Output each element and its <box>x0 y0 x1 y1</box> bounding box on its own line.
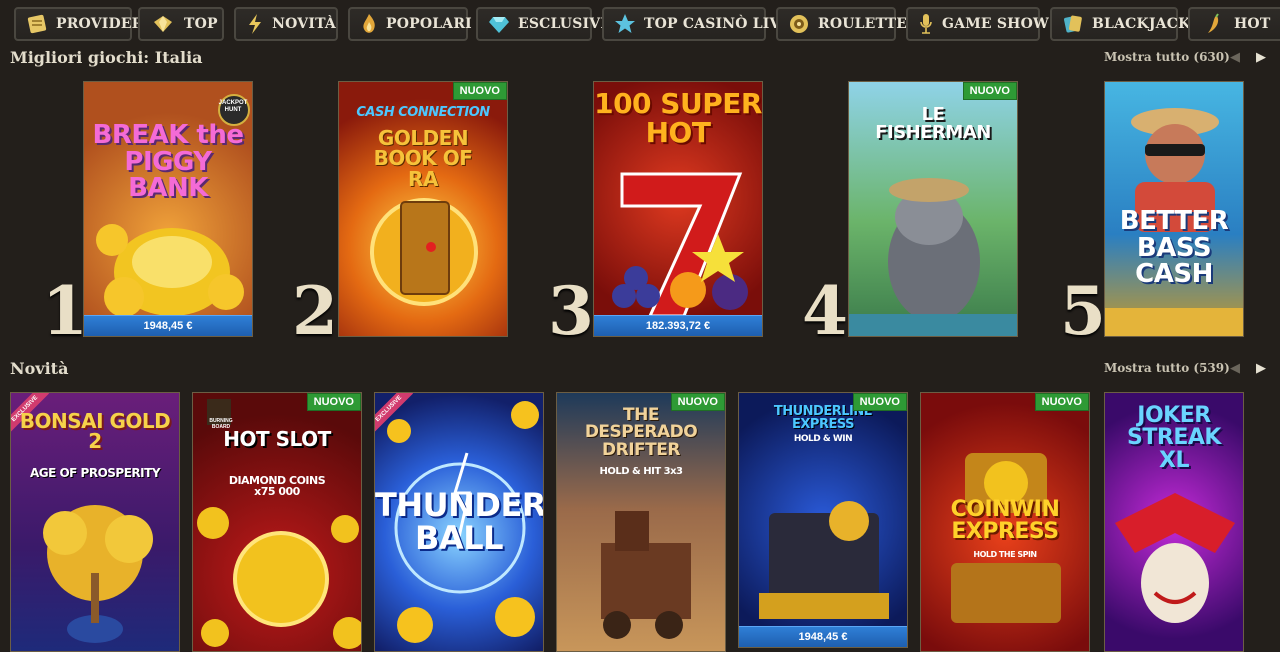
game-title: GOLDEN BOOK OF RA <box>373 126 473 191</box>
jackpot-amount: 1948,45 € <box>84 315 252 336</box>
game-title: THUNDER BALL <box>375 486 544 557</box>
game-subtitle: HOLD & HIT 3x3 <box>599 466 684 477</box>
game-card-le-fisherman[interactable]: LE FISHERMAN NUOVO <box>848 81 1018 337</box>
show-all-top-games-link[interactable]: Mostra tutto (630) <box>1104 50 1230 64</box>
diamond-icon <box>150 12 176 36</box>
game-title: COINWIN EXPRESS <box>950 497 1060 545</box>
flame-icon <box>360 12 378 36</box>
game-card-100-super-hot[interactable]: 100 SUPER HOT 182.393,72 € <box>593 81 763 337</box>
game-title: BONSAI GOLD 2 <box>19 409 171 454</box>
section-title-top-games: Migliori giochi: Italia <box>10 48 203 67</box>
new-badge: NUOVO <box>1034 393 1089 411</box>
new-badge: NUOVO <box>852 393 907 411</box>
star-icon <box>614 12 636 36</box>
game-card-the-desperado-drifter[interactable]: THE DESPERADO DRIFTER HOLD & HIT 3x3 NUO… <box>556 392 726 652</box>
game-title: 100 SUPER HOT <box>594 87 762 149</box>
category-esclusivi[interactable]: ESCLUSIVI <box>476 7 607 41</box>
game-card-thunder-ball[interactable]: EXCLUSIVE THUNDER BALL <box>374 392 544 652</box>
game-card-golden-book-of-ra[interactable]: CASH CONNECTION GOLDEN BOOK OF RA NUOVO <box>338 81 508 337</box>
cards-icon <box>1062 12 1084 36</box>
new-badge: NUOVO <box>962 82 1017 100</box>
jackpot-amount: 182.393,72 € <box>594 315 762 336</box>
game-title: HOT SLOT <box>223 427 331 451</box>
rank-number: 4 <box>802 272 848 350</box>
show-all-new-games-link[interactable]: Mostra tutto (539) <box>1104 361 1230 375</box>
rank-number: 5 <box>1060 272 1106 350</box>
game-subtitle: HOLD & WIN <box>793 434 853 444</box>
category-popolari[interactable]: POPOLARI <box>348 7 472 41</box>
jackpot-hunt-logo: JACKPOT HUNT <box>218 100 248 113</box>
game-card-better-bass-cash[interactable]: BETTER BASS CASH <box>1104 81 1244 337</box>
game-subtitle: AGE OF PROSPERITY <box>29 466 161 480</box>
game-card-bonsai-gold-2[interactable]: EXCLUSIVE BONSAI GOLD 2 AGE OF PROSPERIT… <box>10 392 180 652</box>
carousel-next-icon[interactable]: ▶ <box>1252 48 1270 66</box>
category-novita[interactable]: NOVITÀ <box>234 7 338 41</box>
rank-number: 2 <box>292 272 338 350</box>
category-top-casino-live[interactable]: TOP CASINÒ LIVE <box>602 7 791 41</box>
category-game-show[interactable]: GAME SHOW <box>906 7 1049 41</box>
chili-icon <box>1200 12 1226 36</box>
game-subtitle: HOLD THE SPIN <box>973 550 1037 559</box>
game-card-break-the-piggy-bank[interactable]: JACKPOT HUNT BREAK the PIGGY BANK 1948,4… <box>83 81 253 337</box>
category-hot[interactable]: HOT <box>1188 7 1280 41</box>
section-title-new-games: Novità <box>10 359 69 378</box>
game-art <box>339 82 507 336</box>
rank-number: 1 <box>42 272 88 350</box>
game-title: JOKER STREAK XL <box>1127 403 1221 473</box>
game-title: THE DESPERADO DRIFTER <box>584 405 698 460</box>
roulette-icon <box>788 12 810 36</box>
new-badge: NUOVO <box>306 393 361 411</box>
scroll-icon <box>26 12 48 36</box>
new-badge: NUOVO <box>452 82 507 100</box>
new-badge: NUOVO <box>670 393 725 411</box>
game-title: BETTER BASS CASH <box>1119 206 1229 290</box>
game-title: LE FISHERMAN <box>875 104 991 144</box>
category-top[interactable]: TOP <box>138 7 224 41</box>
category-blackjack[interactable]: BLACKJACK <box>1050 7 1190 41</box>
game-card-hot-slot-diamond-coins[interactable]: BURNING BOARD HOT SLOT DIAMOND COINS x75… <box>192 392 362 652</box>
lightning-icon <box>246 12 264 36</box>
rank-number: 3 <box>548 272 594 350</box>
cash-connection-logo: CASH CONNECTION <box>356 105 490 120</box>
game-card-thunderline-express[interactable]: THUNDERLINE EXPRESS HOLD & WIN NUOVO 194… <box>738 392 908 648</box>
category-provider[interactable]: PROVIDER <box>14 7 143 41</box>
category-bar: PROVIDER TOP NOVITÀ POPOLARI ESCLUSIVI T… <box>0 0 1280 46</box>
game-card-coinwin-express[interactable]: COINWIN EXPRESS HOLD THE SPIN NUOVO <box>920 392 1090 652</box>
category-roulette[interactable]: ROULETTE <box>776 7 907 41</box>
game-card-joker-streak-xl[interactable]: JOKER STREAK XL <box>1104 392 1244 652</box>
gem-icon <box>488 12 510 36</box>
jackpot-amount: 1948,45 € <box>739 626 907 647</box>
game-subtitle: DIAMOND COINS x75 000 <box>228 474 326 499</box>
carousel-prev-icon[interactable]: ◀ <box>1226 48 1244 66</box>
microphone-icon <box>918 12 934 36</box>
carousel-next-icon[interactable]: ▶ <box>1252 359 1270 377</box>
game-title: BREAK the PIGGY BANK <box>92 120 245 204</box>
carousel-prev-icon[interactable]: ◀ <box>1226 359 1244 377</box>
